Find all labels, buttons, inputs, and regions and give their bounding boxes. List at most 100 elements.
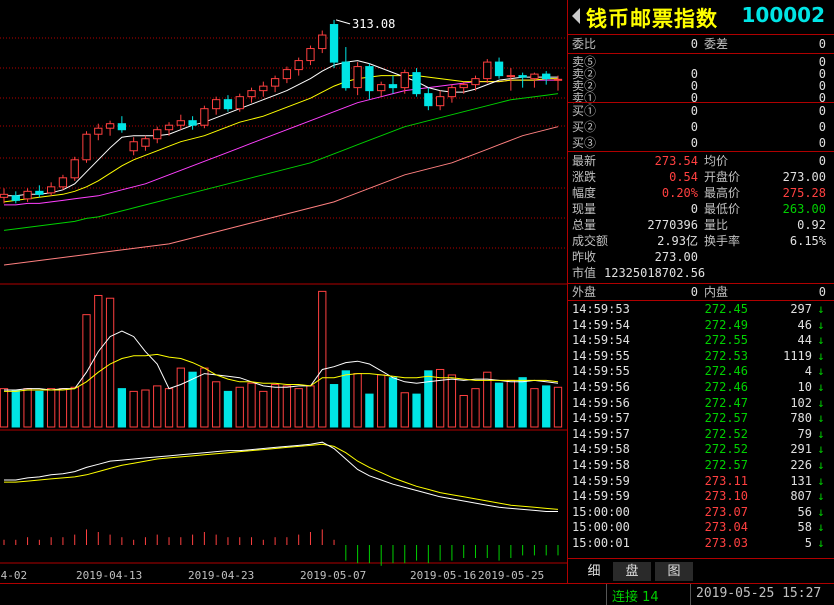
tab-chart[interactable]: 图 [655,562,693,581]
candle-body [518,75,527,78]
tab-detail[interactable]: 细 [575,562,613,581]
stat-row-8: 市值 12325018702.56 [568,265,830,281]
candle-body [435,96,445,107]
volume-bar [424,370,433,428]
collapse-arrow-icon[interactable] [572,8,580,24]
low-value: 263.00 [782,202,826,216]
max-pointer [335,19,351,25]
stat-row-7: 昨收 273.00 [568,249,830,265]
candle-body [353,66,362,89]
tick-row: 14:59:54 272.49 46 ↓ [568,318,830,334]
stat-row-5: 总量 2770396 量比 0.92 [568,217,830,233]
prev-close-label: 昨收 [572,250,597,264]
candle-body [58,177,68,188]
down-arrow-icon: ↓ [817,348,825,363]
latest-value: 273.54 [654,154,698,168]
tick-price: 272.52 [704,442,748,457]
tick-volume: 44 [797,333,812,348]
high-label: 最高价 [704,186,741,200]
tab-market[interactable]: 盘 [613,562,651,581]
down-arrow-icon: ↓ [817,395,825,410]
index-name: 钱币邮票指数 [586,7,718,31]
tick-time: 15:00:01 [572,536,630,550]
tick-row: 14:59:57 272.57 780 ↓ [568,411,830,427]
tick-price: 272.57 [704,458,748,472]
volume-bar [400,392,409,428]
wei-bi-row: 委比 0 委差 0 [568,36,830,52]
volume-bar [365,393,374,428]
turnover-label: 成交额 [572,234,609,248]
quote-panel: 钱币邮票指数 100002 委比 0 委差 0 卖⑤ 0 卖② 0 0 卖② 0 0 卖① 0 0 … [567,0,834,583]
down-arrow-icon: ↓ [817,426,825,441]
tick-row: 14:59:53 272.45 297 ↓ [568,302,830,318]
tick-row: 14:59:58 272.57 226 ↓ [568,458,830,474]
open-label: 开盘价 [704,170,741,184]
candle-body [141,138,150,147]
mkt-cap-label: 市值 [572,266,597,280]
tick-time: 14:59:55 [572,364,630,379]
candle-body [11,195,20,201]
candle-body [270,78,280,87]
bid-row-3-price: 0 [690,136,698,150]
tick-time: 14:59:56 [572,395,630,410]
volume-bar [82,314,91,428]
tick-price: 273.07 [704,504,748,519]
outer-label: 外盘 [572,285,597,299]
tick-price: 272.52 [704,426,748,441]
candle-body [494,61,504,77]
inner-label: 内盘 [704,285,729,299]
candle-body [0,193,9,198]
status-datetime: 2019-05-25 15:27 [696,586,822,601]
volume-bar [247,382,256,428]
volume-bar [506,379,516,428]
tick-price: 272.49 [704,317,748,332]
volume-bar [530,388,539,428]
tick-volume: 4 [804,364,812,379]
kline-chart[interactable]: 313.08 04-02 2019-04-13 2019-04-23 2019-05-0… [0,0,567,583]
vol-ratio-value: 0.92 [797,218,826,232]
bid-row-1: 买① 0 0 [568,103,830,119]
candle-body [341,61,350,89]
tick-price: 272.47 [704,395,748,410]
tick-volume: 226 [790,458,812,472]
turnover-value: 2.93亿 [657,234,698,248]
wei-cha-label: 委差 [704,37,729,51]
current-vol-value: 0 [690,202,698,216]
volume-bar [141,389,150,428]
total-vol-label: 总量 [572,218,597,232]
tick-price: 273.04 [704,520,748,535]
tick-time: 14:59:59 [572,473,630,488]
tick-volume: 10 [797,380,812,394]
stat-row-4: 现量 0 最低价 263.00 [568,201,830,217]
tick-row: 14:59:59 273.11 131 ↓ [568,474,830,490]
down-arrow-icon: ↓ [817,442,825,457]
down-arrow-icon: ↓ [817,411,825,426]
tick-time: 14:59:54 [572,333,630,348]
bid-row-1-volume: 0 [818,104,826,118]
candle-body [365,66,374,92]
candle-body [412,72,421,95]
tick-price: 272.45 [704,302,748,316]
connection-status[interactable]: 连接 14 [612,586,659,605]
prev-close-value: 273.00 [654,250,698,264]
volume-bar [164,388,174,428]
candle-body [447,87,457,98]
panel-tabs: 细 盘 图 [567,558,834,584]
volume-bar [200,367,209,428]
low-label: 最低价 [704,202,741,216]
volume-bar [46,388,56,428]
mkt-cap-value: 12325018702.56 [604,266,706,280]
tick-volume: 5 [804,536,812,550]
tick-row: 15:00:00 273.04 58 ↓ [568,520,830,536]
tick-row: 14:59:54 272.55 44 ↓ [568,333,830,349]
wei-cha-value: 0 [818,37,826,51]
tick-row: 15:00:00 273.07 56 ↓ [568,505,830,521]
tick-row: 14:59:55 272.53 1119 ↓ [568,349,830,365]
tick-row: 14:59:55 272.46 4 ↓ [568,364,830,380]
bid-row-3: 买③ 0 0 [568,135,830,151]
index-code: 100002 [741,3,826,27]
down-arrow-icon: ↓ [817,364,825,379]
volume-bar [318,290,327,428]
change-value: 0.54 [669,170,698,184]
bid-row-2: 买② 0 0 [568,119,830,135]
